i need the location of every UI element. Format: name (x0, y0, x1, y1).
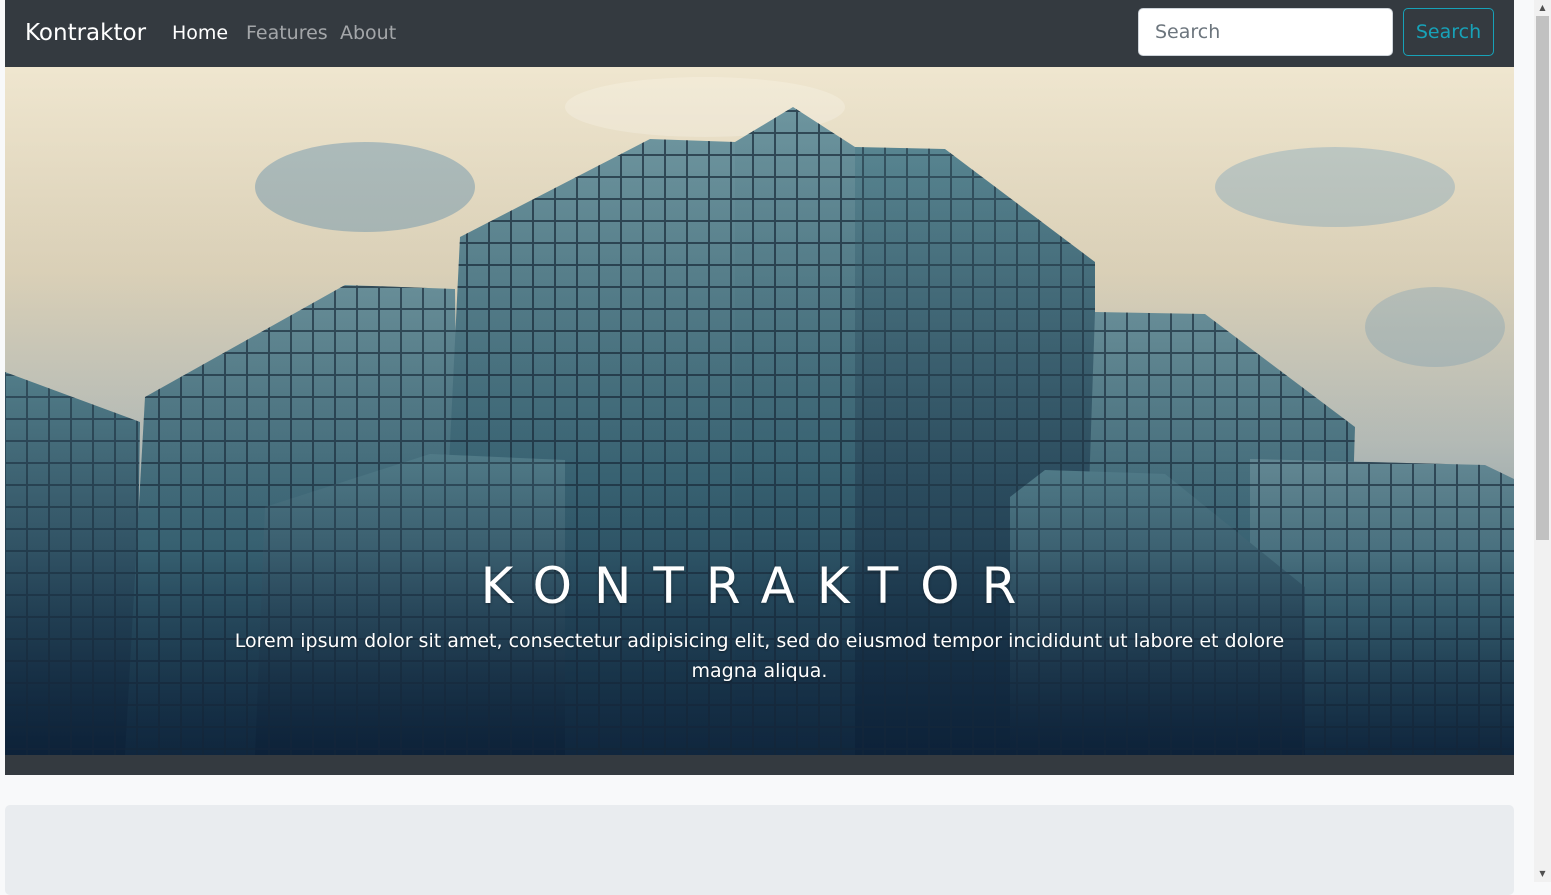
hero-container: Kontraktor Home Features About Search Se… (5, 0, 1514, 775)
nav-link-about[interactable]: About (340, 19, 396, 47)
page-scrollbar[interactable]: ▲ ▼ (1534, 0, 1551, 882)
hero-title: KONTRAKTOR (480, 557, 1039, 615)
page: Kontraktor Home Features About Search Se… (0, 0, 1551, 895)
arrow-down-icon[interactable]: ▼ (1534, 866, 1551, 882)
search-button[interactable]: Search (1403, 8, 1494, 56)
arrow-up-icon[interactable]: ▲ (1534, 0, 1551, 16)
navbar: Kontraktor Home Features About Search (5, 0, 1514, 67)
hero-banner: KONTRAKTOR Lorem ipsum dolor sit amet, c… (5, 67, 1514, 755)
hero-lead-text: Lorem ipsum dolor sit amet, consectetur … (234, 630, 1285, 682)
nav-link-home[interactable]: Home (172, 19, 228, 47)
search-input[interactable] (1138, 8, 1393, 56)
nav-link-features[interactable]: Features (246, 19, 328, 47)
scrollbar-thumb[interactable] (1536, 16, 1549, 540)
navbar-brand[interactable]: Kontraktor (25, 17, 146, 49)
